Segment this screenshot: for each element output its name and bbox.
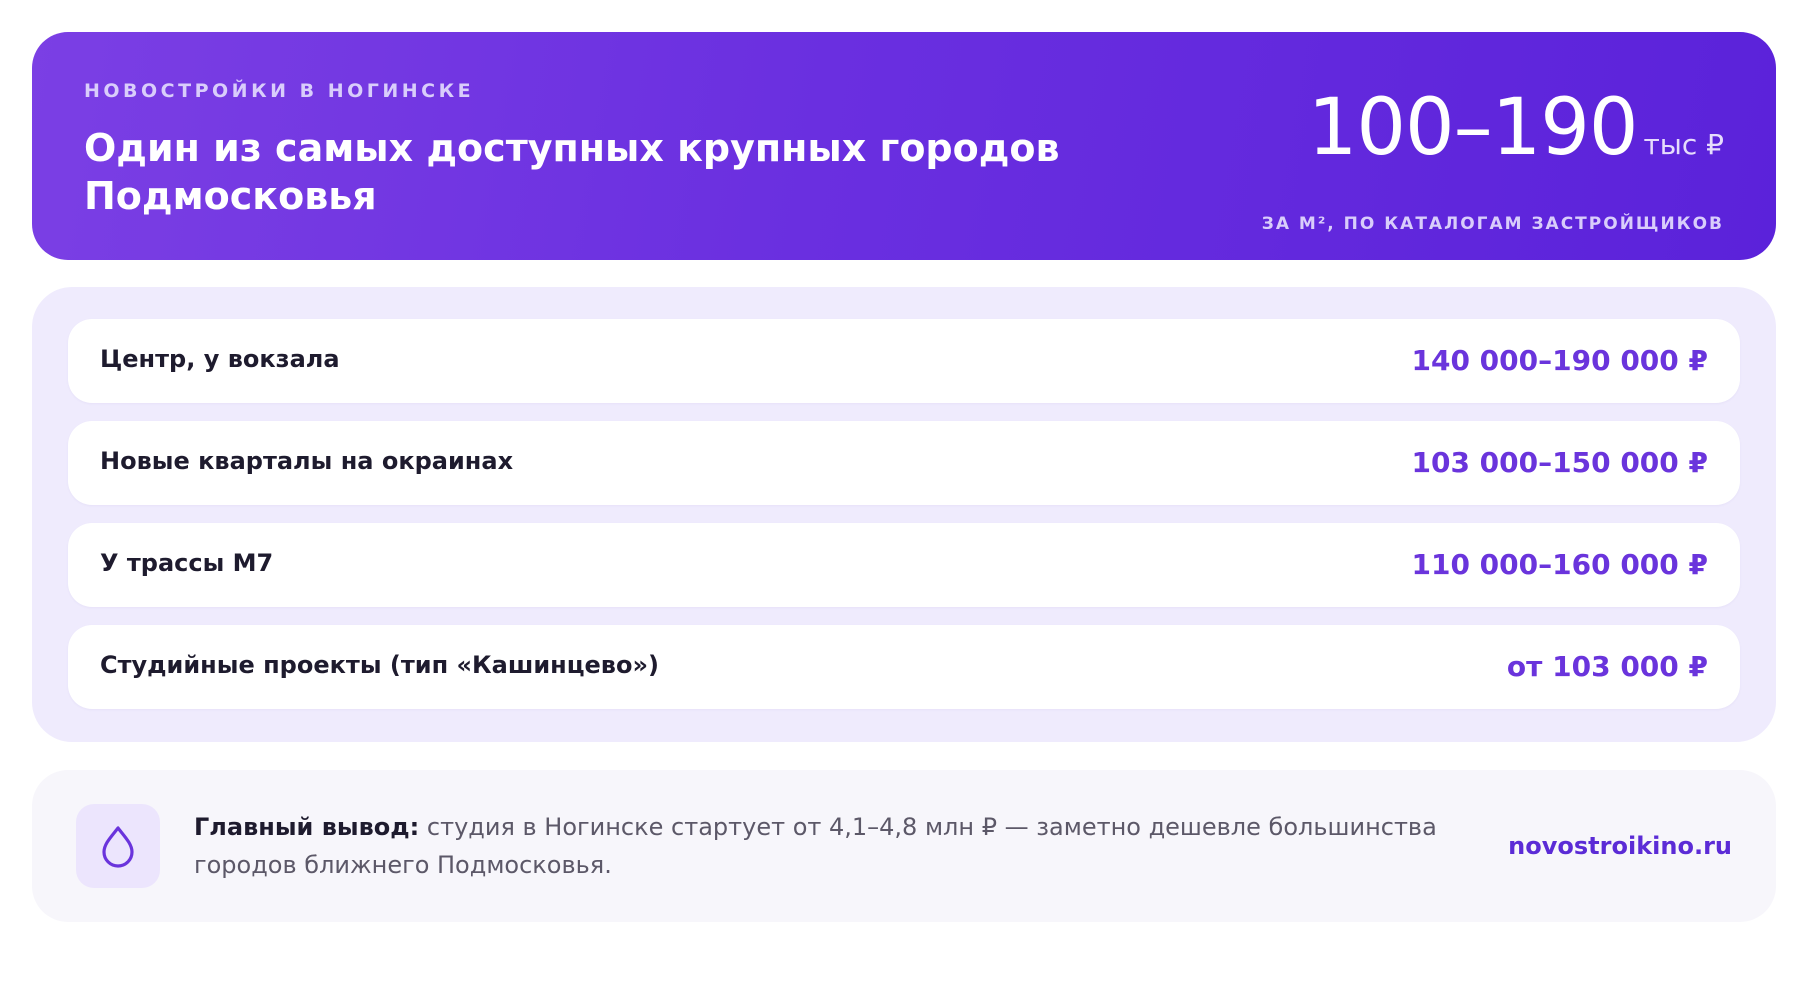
summary-lead: Главный вывод:: [194, 813, 420, 841]
price-row-value: от 103 000 ₽: [1506, 650, 1708, 683]
price-row: Студийные проекты (тип «Кашинцево») от 1…: [68, 625, 1740, 709]
price-list: Центр, у вокзала 140 000–190 000 ₽ Новые…: [32, 287, 1776, 742]
hero-banner: НОВОСТРОЙКИ В НОГИНСКЕ Один из самых дос…: [32, 32, 1776, 260]
price-row-label: Центр, у вокзала: [100, 345, 340, 373]
price-row: У трассы М7 110 000–160 000 ₽: [68, 523, 1740, 607]
price-row-label: У трассы М7: [100, 549, 274, 577]
price-row-label: Студийные проекты (тип «Кашинцево»): [100, 651, 659, 679]
hero-price-unit: тыс ₽: [1643, 128, 1724, 161]
hero-price: 100–190 тыс ₽: [1308, 84, 1724, 172]
summary-text: Главный вывод: студия в Ногинске стартуе…: [194, 808, 1444, 884]
site-link[interactable]: novostroikino.ru: [1508, 770, 1732, 922]
summary-icon-box: [76, 804, 160, 888]
drop-icon: [102, 826, 134, 868]
price-row-label: Новые кварталы на окраинах: [100, 447, 514, 475]
price-row-value: 103 000–150 000 ₽: [1411, 446, 1708, 479]
hero-price-caption: ЗА М², ПО КАТАЛОГАМ ЗАСТРОЙЩИКОВ: [1261, 214, 1724, 234]
summary-card: Главный вывод: студия в Ногинске стартуе…: [32, 770, 1776, 922]
price-row: Центр, у вокзала 140 000–190 000 ₽: [68, 319, 1740, 403]
hero-price-range: 100–190: [1307, 83, 1639, 173]
price-row-value: 140 000–190 000 ₽: [1411, 344, 1708, 377]
price-row: Новые кварталы на окраинах 103 000–150 0…: [68, 421, 1740, 505]
price-row-value: 110 000–160 000 ₽: [1411, 548, 1708, 581]
hero-eyebrow: НОВОСТРОЙКИ В НОГИНСКЕ: [84, 80, 475, 102]
hero-title: Один из самых доступных крупных городов …: [84, 126, 1060, 218]
